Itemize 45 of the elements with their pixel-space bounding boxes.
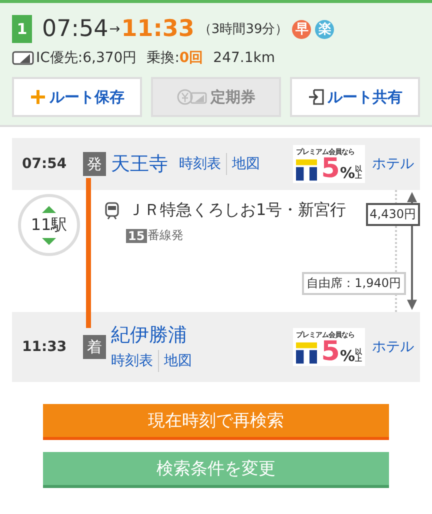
- arrival-time: 11:33: [121, 16, 194, 42]
- duration-text: （3時間39分）: [198, 21, 288, 38]
- stops-count: 11駅: [30, 214, 68, 236]
- pass-icon: [176, 89, 206, 105]
- platform-text: 番線発: [148, 227, 184, 244]
- transfer-count: 0回: [179, 49, 204, 67]
- departure-time: 07:54: [42, 16, 108, 42]
- ad-unit: %: [340, 165, 355, 181]
- train-icon: [104, 202, 120, 220]
- hotel-link[interactable]: ホテル: [372, 338, 414, 356]
- station-link[interactable]: 地図: [159, 352, 197, 370]
- transfer-label: 乗換:: [146, 49, 180, 67]
- departure-badge: 発: [83, 152, 106, 176]
- ad-percent: 5: [321, 157, 340, 181]
- station-name-link[interactable]: 紀伊勝浦: [111, 322, 191, 348]
- expand-down-icon: [42, 238, 56, 244]
- station-link[interactable]: 時刻表: [179, 155, 226, 173]
- save-route-button[interactable]: ルート保存: [12, 77, 142, 117]
- station-time: 11:33: [22, 339, 68, 355]
- t-logo-icon: [296, 342, 318, 364]
- plus-icon: [30, 89, 46, 105]
- station-link[interactable]: 時刻表: [111, 352, 158, 370]
- fare-label: 4,430円: [366, 203, 420, 226]
- hotel-link[interactable]: ホテル: [372, 155, 414, 173]
- train-name: ＪＲ特急くろしお1号・新宮行: [128, 200, 346, 221]
- share-icon: [308, 89, 324, 105]
- stops-toggle[interactable]: 11駅: [18, 194, 80, 256]
- ad-percent: 5: [321, 340, 340, 364]
- route-tag: 早: [292, 20, 312, 38]
- expand-up-icon: [42, 206, 56, 212]
- share-route-button[interactable]: ルート共有: [290, 77, 420, 117]
- arrival-badge: 着: [83, 335, 106, 359]
- t-logo-icon: [296, 159, 318, 181]
- arrow-text: →: [109, 22, 120, 36]
- seat-fare-label: 自由席：1,940円: [302, 272, 406, 295]
- distance-text: 247.1km: [213, 50, 275, 66]
- station-time: 07:54: [22, 156, 68, 172]
- station-name-link[interactable]: 天王寺: [111, 151, 168, 177]
- route-tag: 楽: [315, 20, 334, 38]
- route-number-badge: 1: [12, 15, 32, 43]
- ad-unit: %: [340, 348, 355, 364]
- ic-card-icon: [12, 51, 34, 65]
- fare-text: IC優先:6,370円: [36, 49, 137, 67]
- station-link[interactable]: 地図: [227, 155, 265, 173]
- platform-number: 15: [126, 228, 147, 242]
